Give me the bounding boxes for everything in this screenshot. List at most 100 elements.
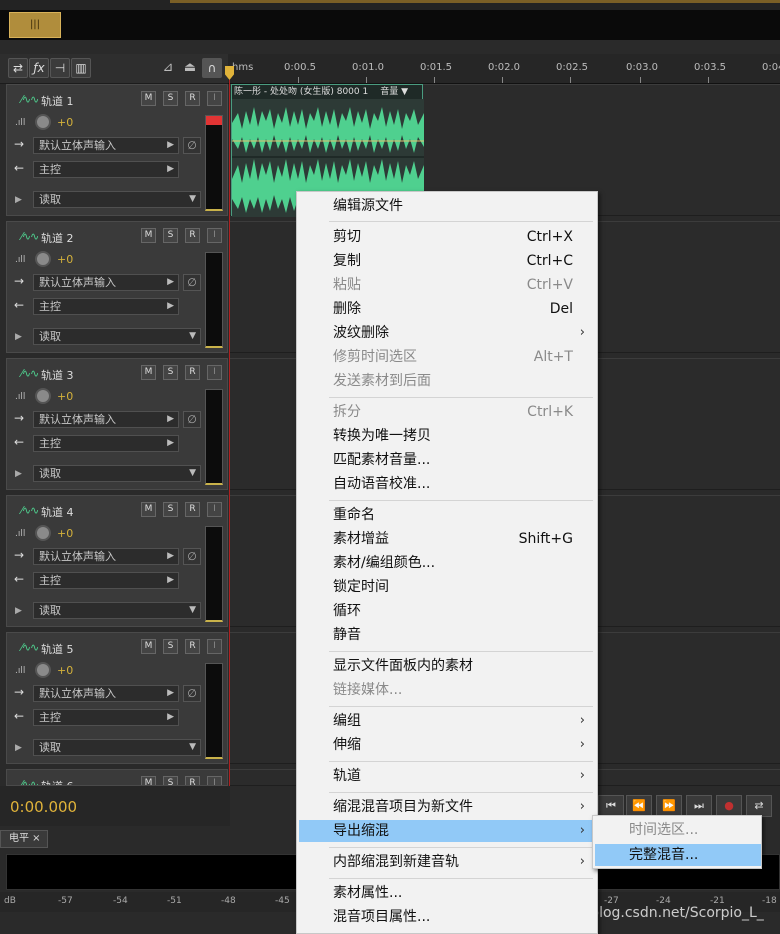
automation-mode-select[interactable]: 读取 ▼ <box>33 328 201 345</box>
track-name[interactable]: 轨道 1 <box>41 93 74 109</box>
menu-item-match-clip-volume[interactable]: 匹配素材音量... <box>299 449 595 471</box>
volume-value[interactable]: +0 <box>57 527 73 540</box>
mute-button[interactable]: M <box>141 639 156 654</box>
menu-item-export-mixdown[interactable]: 导出缩混 › <box>299 820 595 842</box>
phase-invert-button[interactable]: ∅ <box>183 411 201 428</box>
rewind-icon[interactable]: ⏪ <box>626 795 652 817</box>
volume-knob[interactable] <box>35 251 51 267</box>
record-button[interactable]: R <box>185 776 200 785</box>
mute-button[interactable]: M <box>141 776 156 785</box>
mute-button[interactable]: M <box>141 502 156 517</box>
record-button[interactable]: R <box>185 228 200 243</box>
input-select[interactable]: 默认立体声输入 ▶ <box>33 685 179 702</box>
time-ruler[interactable]: hms 0:00.5 0:01.0 0:01.5 0:02.0 0:02.5 0… <box>228 54 780 84</box>
monitor-input-button[interactable]: I <box>207 502 222 517</box>
phase-invert-button[interactable]: ∅ <box>183 548 201 565</box>
sends-icon[interactable]: ⊣ <box>50 58 70 78</box>
clip-volume-label[interactable]: 音量 ▼ <box>380 85 408 99</box>
output-select[interactable]: 主控 ▶ <box>33 435 179 452</box>
mute-button[interactable]: M <box>141 228 156 243</box>
monitor-input-button[interactable]: I <box>207 776 222 785</box>
expand-icon[interactable]: ▶ <box>15 332 22 342</box>
solo-button[interactable]: S <box>163 776 178 785</box>
submenu-item-time-selection[interactable]: 时间选区... <box>595 819 761 841</box>
menu-item-edit-source[interactable]: 编辑源文件 <box>299 195 595 217</box>
output-select[interactable]: 主控 ▶ <box>33 298 179 315</box>
record-icon[interactable]: ● <box>716 795 742 817</box>
output-select[interactable]: 主控 ▶ <box>33 572 179 589</box>
menu-item-mute[interactable]: 静音 <box>299 624 595 646</box>
metronome-icon[interactable]: ⊿ <box>160 60 176 76</box>
solo-button[interactable]: S <box>163 502 178 517</box>
volume-knob[interactable] <box>35 388 51 404</box>
menu-item-link-media[interactable]: 链接媒体... <box>299 679 595 701</box>
menu-item-clip-properties[interactable]: 素材属性... <box>299 882 595 904</box>
track-name[interactable]: 轨道 6 <box>41 778 74 785</box>
mute-button[interactable]: M <box>141 365 156 380</box>
record-button[interactable]: R <box>185 365 200 380</box>
menu-item-delete[interactable]: 删除 Del <box>299 298 595 320</box>
volume-value[interactable]: +0 <box>57 253 73 266</box>
expand-icon[interactable]: ▶ <box>15 606 22 616</box>
overview-strip[interactable] <box>0 10 780 40</box>
menu-item-cut[interactable]: 剪切 Ctrl+X <box>299 226 595 248</box>
phase-invert-button[interactable]: ∅ <box>183 137 201 154</box>
loop-icon[interactable]: ⇄ <box>746 795 772 817</box>
monitor-input-button[interactable]: I <box>207 639 222 654</box>
menu-item-track[interactable]: 轨道 › <box>299 765 595 787</box>
menu-item-stretch[interactable]: 伸缩 › <box>299 734 595 756</box>
menu-item-session-properties[interactable]: 混音项目属性... <box>299 906 595 928</box>
automation-mode-select[interactable]: 读取 ▼ <box>33 465 201 482</box>
mute-button[interactable]: M <box>141 91 156 106</box>
solo-button[interactable]: S <box>163 228 178 243</box>
volume-value[interactable]: +0 <box>57 116 73 129</box>
menu-item-copy[interactable]: 复制 Ctrl+C <box>299 250 595 272</box>
menu-item-rename[interactable]: 重命名 <box>299 504 595 526</box>
solo-button[interactable]: S <box>163 91 178 106</box>
monitor-input-button[interactable]: I <box>207 228 222 243</box>
swap-inputs-icon[interactable]: ⇄ <box>8 58 28 78</box>
headphones-icon[interactable]: ∩ <box>202 58 222 78</box>
menu-item-send-to-back[interactable]: 发送素材到后面 <box>299 370 595 392</box>
record-button[interactable]: R <box>185 91 200 106</box>
monitor-input-button[interactable]: I <box>207 91 222 106</box>
input-select[interactable]: 默认立体声输入 ▶ <box>33 548 179 565</box>
output-select[interactable]: 主控 ▶ <box>33 709 179 726</box>
fast-forward-icon[interactable]: ⏩ <box>656 795 682 817</box>
menu-item-convert-unique-copy[interactable]: 转换为唯一拷贝 <box>299 425 595 447</box>
input-select[interactable]: 默认立体声输入 ▶ <box>33 274 179 291</box>
input-select[interactable]: 默认立体声输入 ▶ <box>33 137 179 154</box>
monitor-input-button[interactable]: I <box>207 365 222 380</box>
track-name[interactable]: 轨道 5 <box>41 641 74 657</box>
automation-mode-select[interactable]: 读取 ▼ <box>33 739 201 756</box>
clip-header[interactable]: 陈一彤 - 处处吻 (女生版) 8000 1 音量 ▼ <box>232 85 422 99</box>
phase-invert-button[interactable]: ∅ <box>183 274 201 291</box>
overview-thumb[interactable]: ||| <box>9 12 61 38</box>
submenu-item-entire-session[interactable]: 完整混音... <box>595 844 761 866</box>
track-name[interactable]: 轨道 3 <box>41 367 74 383</box>
expand-icon[interactable]: ▶ <box>15 195 22 205</box>
menu-item-paste[interactable]: 粘贴 Ctrl+V <box>299 274 595 296</box>
automation-mode-select[interactable]: 读取 ▼ <box>33 602 201 619</box>
automation-mode-select[interactable]: 读取 ▼ <box>33 191 201 208</box>
expand-icon[interactable]: ▶ <box>15 743 22 753</box>
menu-item-group[interactable]: 编组 › <box>299 710 595 732</box>
menu-item-lock-in-time[interactable]: 锁定时间 <box>299 576 595 598</box>
volume-value[interactable]: +0 <box>57 390 73 403</box>
solo-button[interactable]: S <box>163 639 178 654</box>
track-name[interactable]: 轨道 4 <box>41 504 74 520</box>
menu-item-clip-group-color[interactable]: 素材/编组颜色... <box>299 552 595 574</box>
current-time-display[interactable]: 0:00.000 <box>10 798 77 816</box>
menu-item-clip-gain[interactable]: 素材增益 Shift+G <box>299 528 595 550</box>
menu-item-ripple-delete[interactable]: 波纹删除 › <box>299 322 595 344</box>
go-to-end-icon[interactable]: ⏭ <box>686 795 712 817</box>
record-button[interactable]: R <box>185 502 200 517</box>
expand-icon[interactable]: ▶ <box>15 469 22 479</box>
menu-item-trim-to-selection[interactable]: 修剪时间选区 Alt+T <box>299 346 595 368</box>
menu-item-auto-speech-align[interactable]: 自动语音校准... <box>299 473 595 495</box>
record-button[interactable]: R <box>185 639 200 654</box>
input-monitor-icon[interactable]: ⏏ <box>182 60 198 76</box>
output-select[interactable]: 主控 ▶ <box>33 161 179 178</box>
menu-item-split[interactable]: 拆分 Ctrl+K <box>299 401 595 423</box>
volume-value[interactable]: +0 <box>57 664 73 677</box>
